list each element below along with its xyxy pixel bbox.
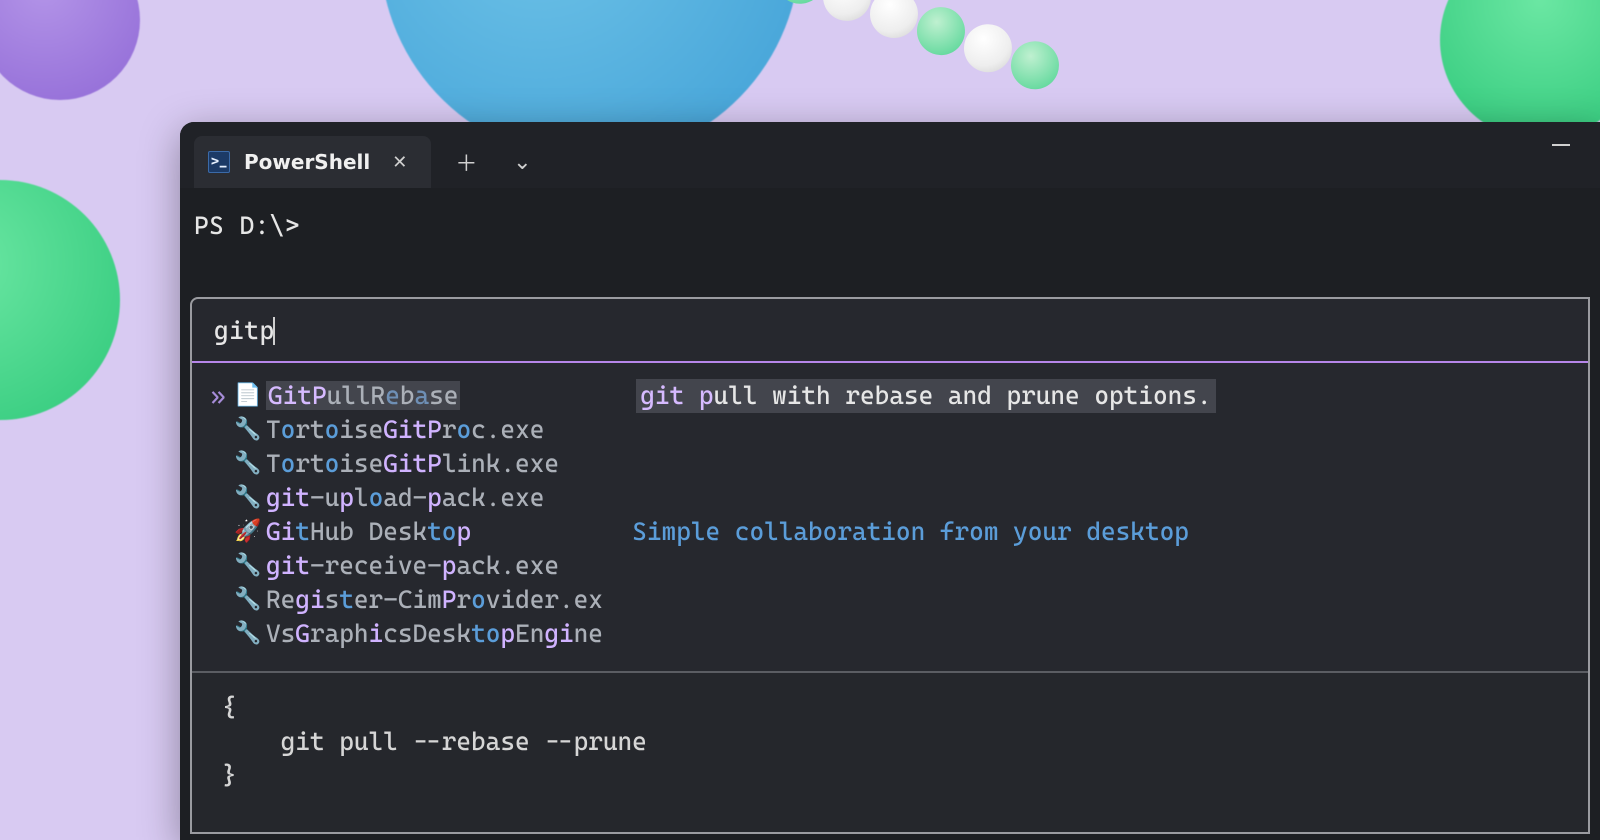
tab-dropdown-button[interactable]: ⌄ — [497, 144, 547, 180]
palette-result-item[interactable]: 🔧git-upload-pack.exe — [206, 481, 1582, 515]
palette-result-item[interactable]: »📄GitPullRebase git pull with rebase and… — [206, 379, 1582, 413]
result-icon: 🔧 — [230, 549, 266, 583]
command-palette: gitp »📄GitPullRebase git pull with rebas… — [190, 297, 1590, 835]
result-icon: 🔧 — [230, 617, 266, 651]
terminal-body[interactable]: PS D:\> gitp »📄GitPullRebase git pull wi… — [180, 188, 1600, 840]
palette-result-item[interactable]: 🔧git-receive-pack.exe — [206, 549, 1582, 583]
result-name: TortoiseGitPlink.exe — [266, 447, 632, 481]
wallpaper-blob — [0, 180, 120, 420]
powershell-icon: >_ — [208, 151, 230, 173]
wallpaper-blob — [0, 0, 140, 100]
result-name: VsGraphicsDesktopEngine — [266, 617, 632, 651]
result-icon: 🔧 — [230, 481, 266, 515]
tab-title: PowerShell — [244, 150, 370, 174]
prompt-line: PS D:\> — [190, 210, 1590, 243]
tab-actions: ＋ ⌄ — [433, 136, 555, 188]
result-icon: 📄 — [230, 379, 266, 413]
palette-result-item[interactable]: 🔧VsGraphicsDesktopEngine — [206, 617, 1582, 651]
close-tab-button[interactable]: ✕ — [384, 148, 415, 177]
palette-input[interactable]: gitp — [192, 299, 1588, 364]
result-icon: 🔧 — [230, 413, 266, 447]
result-icon: 🚀 — [230, 515, 266, 549]
result-description: git pull with rebase and prune options. — [636, 379, 1215, 413]
palette-result-item[interactable]: 🚀GitHub Desktop Simple collaboration fro… — [206, 515, 1582, 549]
palette-result-item[interactable]: 🔧Register-CimProvider.ex — [206, 583, 1582, 617]
selection-marker: » — [206, 379, 230, 413]
new-tab-button[interactable]: ＋ — [441, 144, 491, 180]
minimize-button[interactable] — [1552, 144, 1570, 146]
result-icon: 🔧 — [230, 447, 266, 481]
result-name: GitHub Desktop — [266, 515, 632, 549]
result-name: git-upload-pack.exe — [266, 481, 632, 515]
palette-preview: { git pull --rebase --prune } — [192, 671, 1588, 832]
terminal-window: >_ PowerShell ✕ ＋ ⌄ PS D:\> gitp »📄GitPu… — [180, 122, 1600, 840]
result-icon: 🔧 — [230, 583, 266, 617]
palette-result-item[interactable]: 🔧TortoiseGitProc.exe — [206, 413, 1582, 447]
result-name: GitPullRebase — [266, 379, 636, 413]
palette-results: »📄GitPullRebase git pull with rebase and… — [192, 363, 1588, 671]
titlebar: >_ PowerShell ✕ ＋ ⌄ — [180, 122, 1600, 188]
palette-result-item[interactable]: 🔧TortoiseGitPlink.exe — [206, 447, 1582, 481]
result-description: Simple collaboration from your desktop — [632, 515, 1189, 549]
result-name: Register-CimProvider.ex — [266, 583, 632, 617]
result-name: TortoiseGitProc.exe — [266, 413, 632, 447]
wallpaper-blob — [1440, 0, 1600, 140]
tab-powershell[interactable]: >_ PowerShell ✕ — [194, 136, 431, 188]
result-name: git-receive-pack.exe — [266, 549, 632, 583]
